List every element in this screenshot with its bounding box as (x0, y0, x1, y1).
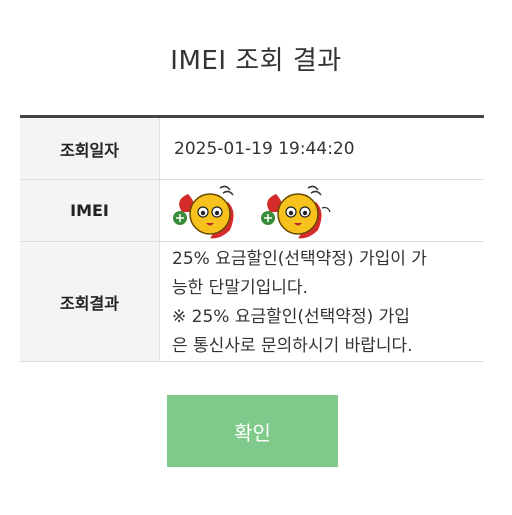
row-value-imei (160, 180, 484, 241)
table-row-imei: IMEI (20, 180, 484, 242)
imei-masking-stickers (168, 182, 342, 240)
result-line: ※ 25% 요금할인(선택약정) 가입 (172, 306, 410, 327)
page-title: IMEI 조회 결과 (170, 46, 342, 76)
confirm-button[interactable]: 확인 (167, 395, 338, 467)
table-row-result: 조회결과 25% 요금할인(선택약정) 가입이 가 능한 단말기입니다. ※ 2… (20, 242, 484, 362)
result-line: 은 통신사로 문의하시기 바랍니다. (172, 335, 413, 356)
imei-result-page: IMEI 조회 결과 조회일자 2025-01-19 19:44:20 IMEI (0, 0, 512, 515)
result-line: 25% 요금할인(선택약정) 가입이 가 (172, 248, 427, 269)
row-header-result: 조회결과 (20, 242, 160, 361)
row-value-result: 25% 요금할인(선택약정) 가입이 가 능한 단말기입니다. ※ 25% 요금… (160, 242, 484, 361)
result-table: 조회일자 2025-01-19 19:44:20 IMEI 조회결과 25% 요… (20, 115, 484, 362)
table-row-date: 조회일자 2025-01-19 19:44:20 (20, 118, 484, 180)
row-value-date: 2025-01-19 19:44:20 (174, 138, 355, 159)
row-header-imei: IMEI (20, 180, 160, 241)
cartoon-sticker-icon (261, 185, 331, 238)
row-header-date: 조회일자 (20, 118, 160, 179)
result-line: 능한 단말기입니다. (172, 277, 308, 298)
cartoon-sticker-icon (173, 185, 234, 238)
